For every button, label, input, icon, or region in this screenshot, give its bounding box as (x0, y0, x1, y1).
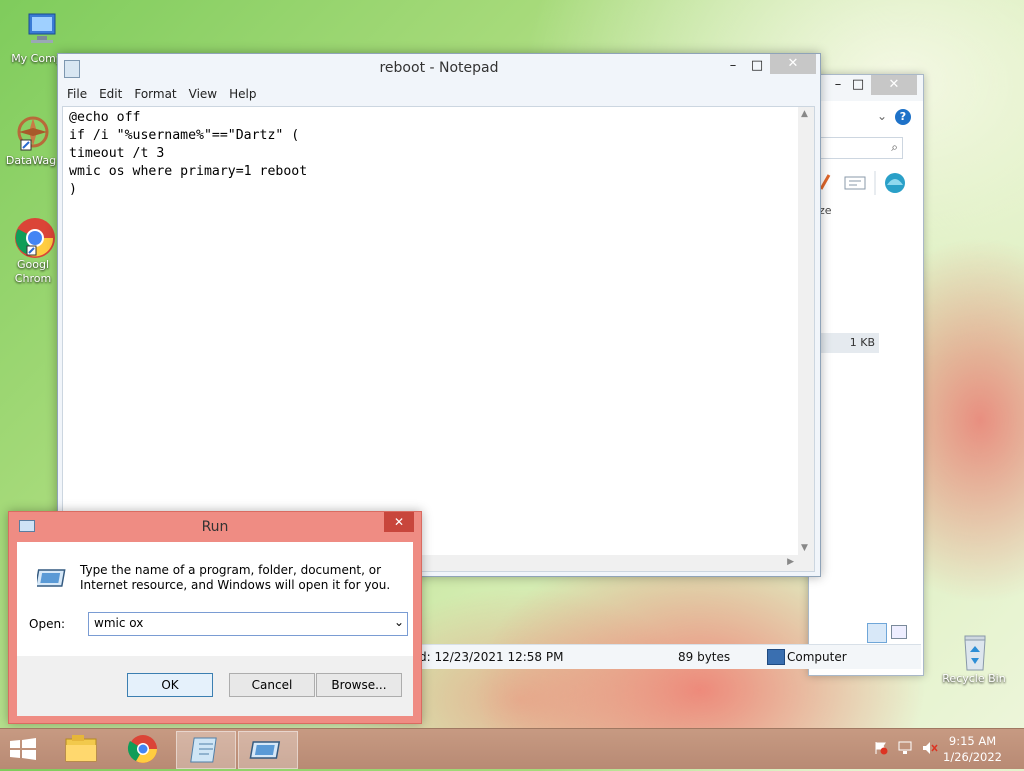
file-row[interactable]: 1 KB (819, 333, 879, 353)
menu-format[interactable]: Format (129, 84, 183, 104)
explorer-status-bar: d: 12/23/2021 12:58 PM 89 bytes Computer (419, 644, 921, 669)
details-view-icon[interactable] (867, 623, 887, 643)
taskbar: 9:15 AM 1/26/2022 (0, 728, 1024, 769)
taskbar-run[interactable] (238, 731, 298, 769)
chrome-icon (127, 735, 157, 763)
notepad-window: reboot - Notepad – □ ✕ File Edit Format Vie… (57, 53, 821, 577)
action-center-flag-icon[interactable] (874, 741, 888, 755)
text-editor[interactable]: @echo off if /i "%username%"=="Dartz" ( … (62, 106, 815, 572)
clock-time: 9:15 AM (948, 734, 997, 748)
help-icon[interactable]: ? (895, 109, 911, 125)
explorer-search-box[interactable]: ⌕ (819, 137, 903, 159)
file-size: 1 KB (849, 336, 875, 349)
browse-button[interactable]: Browse... (316, 673, 402, 697)
computer-icon (767, 649, 785, 665)
menu-view[interactable]: View (184, 84, 224, 104)
cancel-button[interactable]: Cancel (229, 673, 315, 697)
menu-edit[interactable]: Edit (94, 84, 129, 104)
taskbar-notepad[interactable] (176, 731, 236, 769)
recycle-bin-icon (954, 630, 994, 671)
desktop-icon-recycle-bin[interactable]: Recycle Bin (937, 630, 1011, 685)
run-dialog-body: Type the name of a program, folder, docu… (17, 542, 413, 716)
open-label: Open: (29, 617, 66, 631)
run-button-bar: OK Cancel Browse... (17, 656, 413, 716)
run-icon (249, 741, 281, 759)
search-icon: ⌕ (891, 140, 898, 154)
computer-icon (17, 10, 57, 50)
network-icon[interactable] (898, 741, 914, 755)
chrome-icon (13, 216, 55, 258)
clock-date: 1/26/2022 (943, 750, 1002, 764)
large-icons-view-icon[interactable] (891, 625, 907, 639)
run-close-button[interactable]: ✕ (384, 512, 414, 532)
explorer-window: – □ ✕ ⌄ ? ⌕ ze 1 KB (808, 74, 924, 676)
chevron-down-icon[interactable]: ⌄ (394, 615, 404, 629)
desktop-icon-label: Googl Chrom (14, 258, 52, 285)
open-input[interactable]: wmic ox (94, 616, 143, 630)
explorer-maximize-button[interactable]: □ (843, 75, 873, 95)
document-text[interactable]: @echo off if /i "%username%"=="Dartz" ( … (69, 109, 307, 199)
volume-muted-icon[interactable] (922, 741, 938, 755)
explorer-titlebar: – □ ✕ (809, 75, 923, 101)
clock[interactable]: 9:15 AM 1/26/2022 (943, 733, 1002, 765)
taskbar-file-explorer[interactable] (52, 731, 110, 767)
menu-file[interactable]: File (62, 84, 94, 104)
scroll-right-icon[interactable]: ▶ (787, 557, 794, 567)
run-dialog: Run ✕ Type the name of a program, folder… (8, 511, 422, 724)
windows-logo-icon (10, 738, 36, 760)
status-modified: d: 12/23/2021 12:58 PM (419, 650, 564, 664)
maximize-button[interactable]: □ (742, 56, 772, 76)
start-button[interactable] (8, 737, 38, 761)
toolbar-icons (817, 171, 917, 195)
folder-icon (65, 735, 97, 762)
status-location: Computer (787, 650, 847, 664)
taskbar-chrome[interactable] (114, 731, 172, 767)
ok-button[interactable]: OK (127, 673, 213, 697)
window-title: reboot - Notepad (379, 60, 499, 76)
vertical-scrollbar[interactable]: ▲ ▼ (798, 107, 814, 571)
status-size: 89 bytes (678, 650, 731, 664)
scroll-up-icon[interactable]: ▲ (801, 109, 808, 119)
open-combobox[interactable]: wmic ox ⌄ (88, 612, 408, 636)
explorer-close-button[interactable]: ✕ (871, 75, 917, 95)
menu-help[interactable]: Help (224, 84, 263, 104)
menu-bar: File Edit Format View Help (62, 84, 263, 104)
scroll-down-icon[interactable]: ▼ (801, 543, 808, 553)
run-program-icon (34, 568, 67, 588)
ribbon-collapse-icon[interactable]: ⌄ (877, 109, 887, 123)
datawag-icon (11, 112, 51, 152)
notepad-icon (190, 737, 217, 763)
run-dialog-title: Run (201, 519, 229, 535)
run-description: Type the name of a program, folder, docu… (80, 563, 391, 592)
close-button[interactable]: ✕ (770, 54, 816, 74)
